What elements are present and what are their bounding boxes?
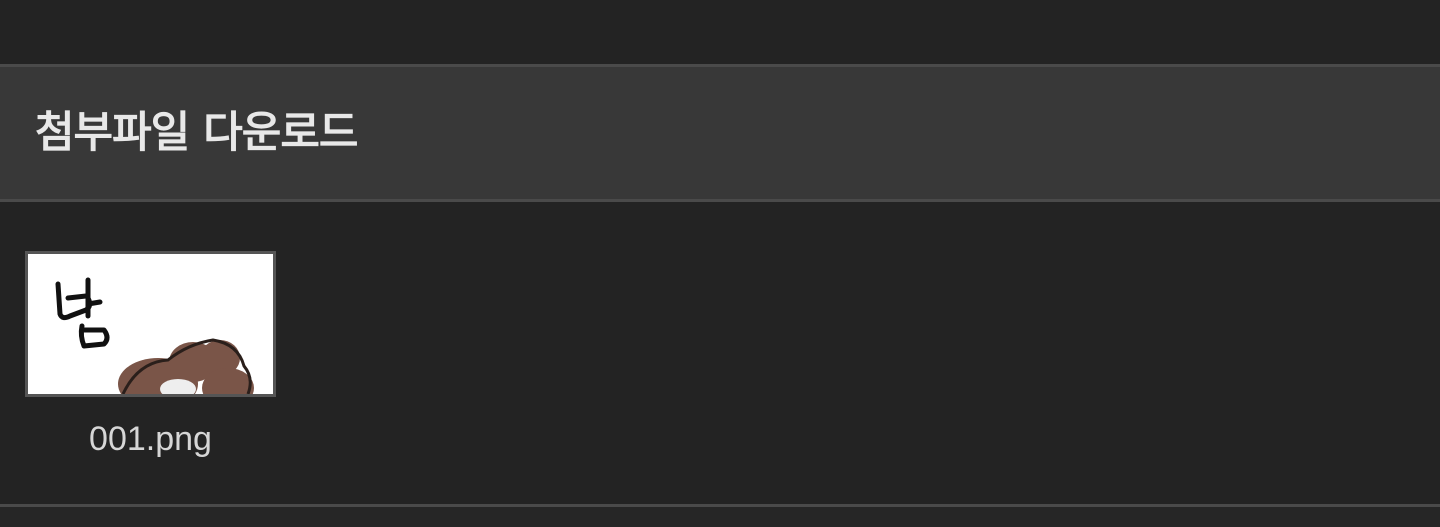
attachment-list: 001.png [0,202,1440,504]
top-bar [0,0,1440,64]
file-name[interactable]: 001.png [25,419,276,459]
image-thumbnail[interactable] [25,251,276,397]
attachment-item[interactable]: 001.png [25,251,276,459]
attachment-download-page: 첨부파일 다운로드 001.png [0,0,1440,527]
bottom-bar [0,507,1440,527]
section-title: 첨부파일 다운로드 [35,108,358,158]
section-header: 첨부파일 다운로드 [0,64,1440,202]
